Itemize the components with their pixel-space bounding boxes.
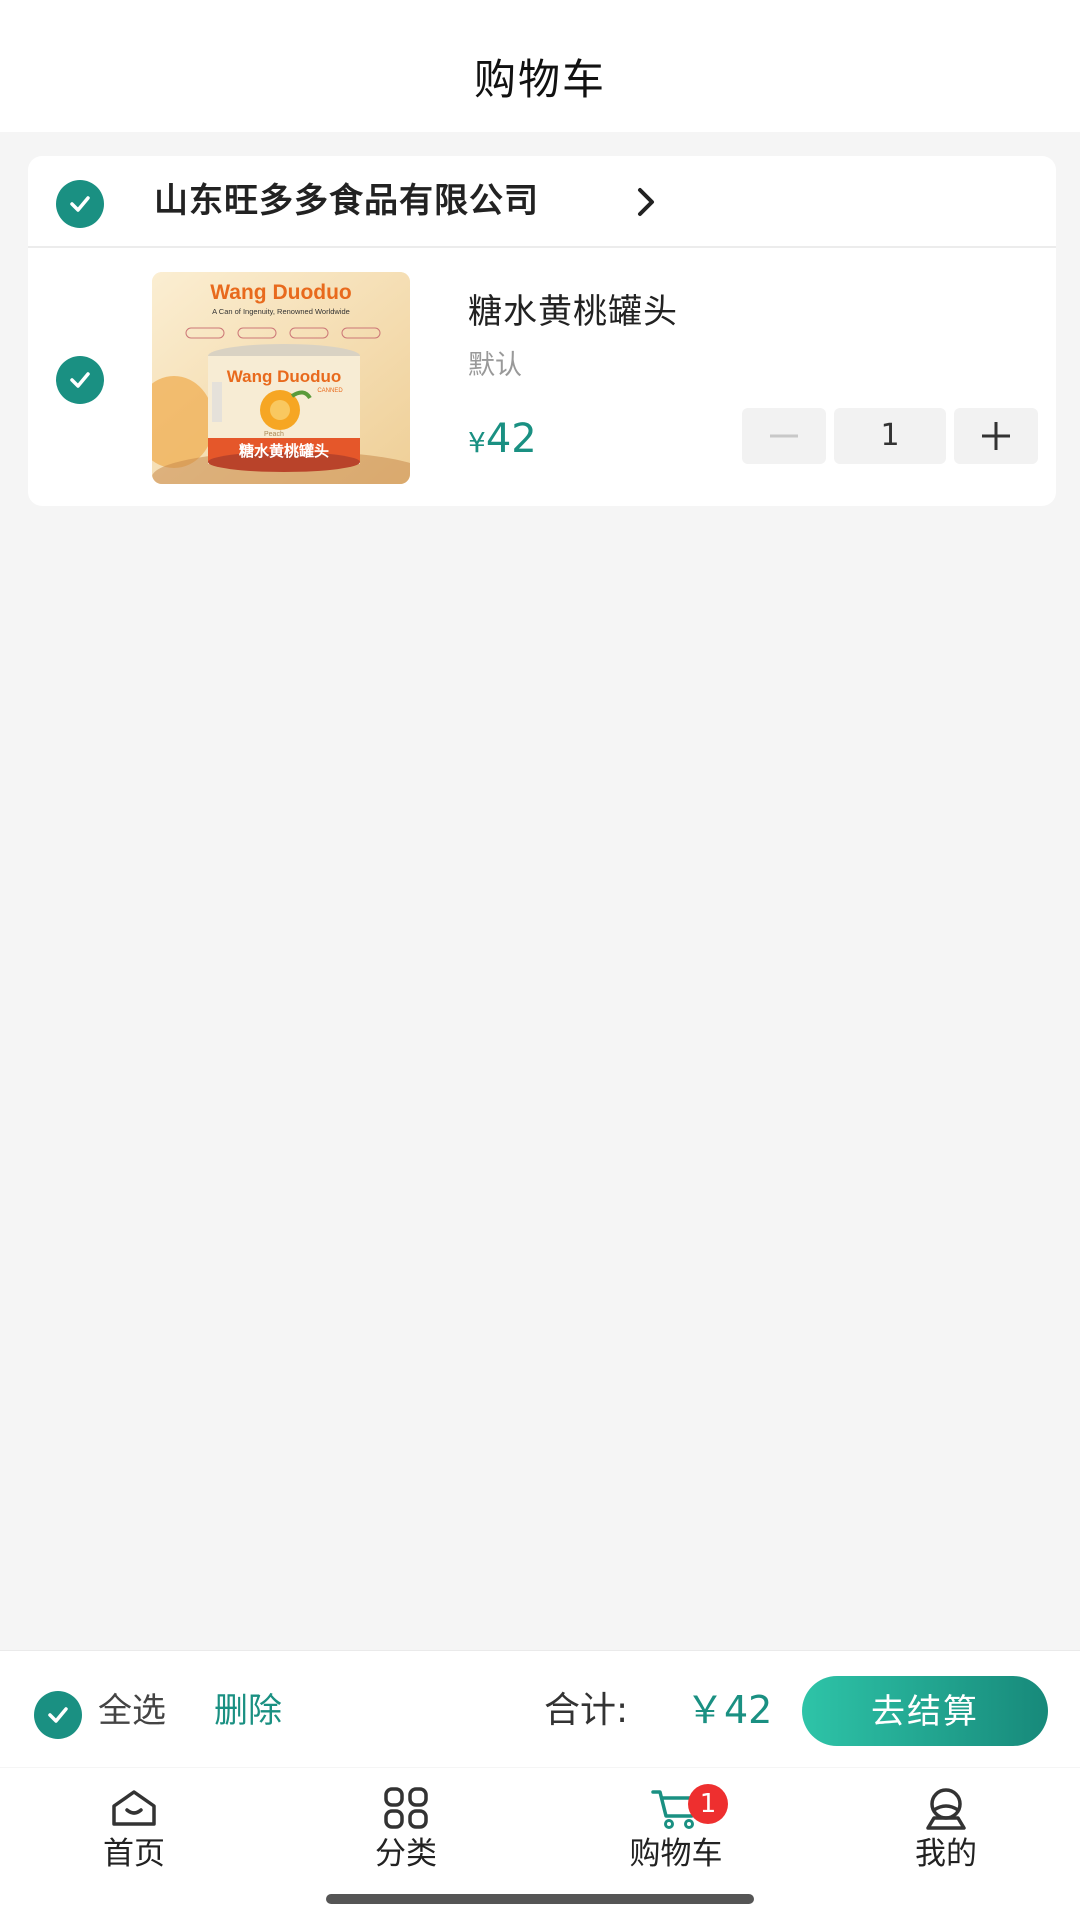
price-currency: ¥ <box>468 426 486 459</box>
tab-profile[interactable]: 我的 <box>846 1786 1046 1886</box>
checkout-bar: 全选 删除 合计: ￥42 去结算 <box>0 1650 1080 1767</box>
store-header[interactable]: 山东旺多多食品有限公司 <box>28 156 1056 248</box>
grid-icon <box>384 1787 428 1829</box>
product-image-brand: Wang Duoduo <box>210 281 352 304</box>
store-name[interactable]: 山东旺多多食品有限公司 <box>154 176 539 226</box>
profile-icon <box>926 1788 966 1830</box>
product-photo: Wang Duoduo A Can of Ingenuity, Renowned… <box>152 272 410 484</box>
price-value: 42 <box>485 416 537 462</box>
quantity-input[interactable]: 1 <box>834 408 946 464</box>
product-image-can-brand: Wang Duoduo <box>227 367 342 386</box>
product-image-tagline: A Can of Ingenuity, Renowned Worldwide <box>212 307 350 316</box>
home-indicator <box>326 1894 754 1904</box>
total-label: 合计: <box>544 1690 629 1731</box>
product-price: ¥42 <box>468 414 537 472</box>
product-image[interactable]: Wang Duoduo A Can of Ingenuity, Renowned… <box>152 272 410 484</box>
tab-cart[interactable]: 1 购物车 <box>576 1784 776 1886</box>
chevron-right-icon[interactable] <box>632 182 662 222</box>
minus-icon <box>770 434 798 438</box>
total-value: ￥42 <box>686 1688 773 1732</box>
store-checkbox[interactable] <box>56 180 104 228</box>
tab-home[interactable]: 首页 <box>34 1786 234 1886</box>
tab-label-category: 分类 <box>375 1836 437 1872</box>
checkmark-icon <box>70 372 90 388</box>
home-icon <box>112 1790 156 1826</box>
top-bar: 购物车 <box>0 0 1080 132</box>
plus-icon <box>982 422 1010 450</box>
quantity-increase-button[interactable] <box>954 408 1038 464</box>
checkout-button[interactable]: 去结算 <box>802 1676 1048 1746</box>
checkmark-icon <box>48 1707 68 1723</box>
product-name[interactable]: 糖水黄桃罐头 <box>468 288 678 336</box>
cart-badge: 1 <box>688 1784 728 1824</box>
page-title: 购物车 <box>473 55 606 104</box>
product-image-canned: CANNED <box>317 388 343 394</box>
select-all-checkbox[interactable] <box>34 1691 82 1739</box>
tab-label-cart: 购物车 <box>629 1836 723 1872</box>
tab-label-home: 首页 <box>103 1836 165 1872</box>
product-spec[interactable]: 默认 <box>468 346 522 386</box>
checkmark-icon <box>70 196 90 212</box>
delete-button[interactable]: 删除 <box>214 1687 282 1735</box>
product-image-can-label: 糖水黄桃罐头 <box>239 442 329 460</box>
product-image-flavor: Peach <box>264 431 284 438</box>
item-checkbox[interactable] <box>56 356 104 404</box>
tab-category[interactable]: 分类 <box>306 1786 506 1886</box>
quantity-decrease-button[interactable] <box>742 408 826 464</box>
tab-label-profile: 我的 <box>915 1836 977 1872</box>
store-card: 山东旺多多食品有限公司 Wang Duoduo A Can of Ingenui… <box>28 156 1056 506</box>
select-all-label[interactable]: 全选 <box>98 1687 166 1735</box>
